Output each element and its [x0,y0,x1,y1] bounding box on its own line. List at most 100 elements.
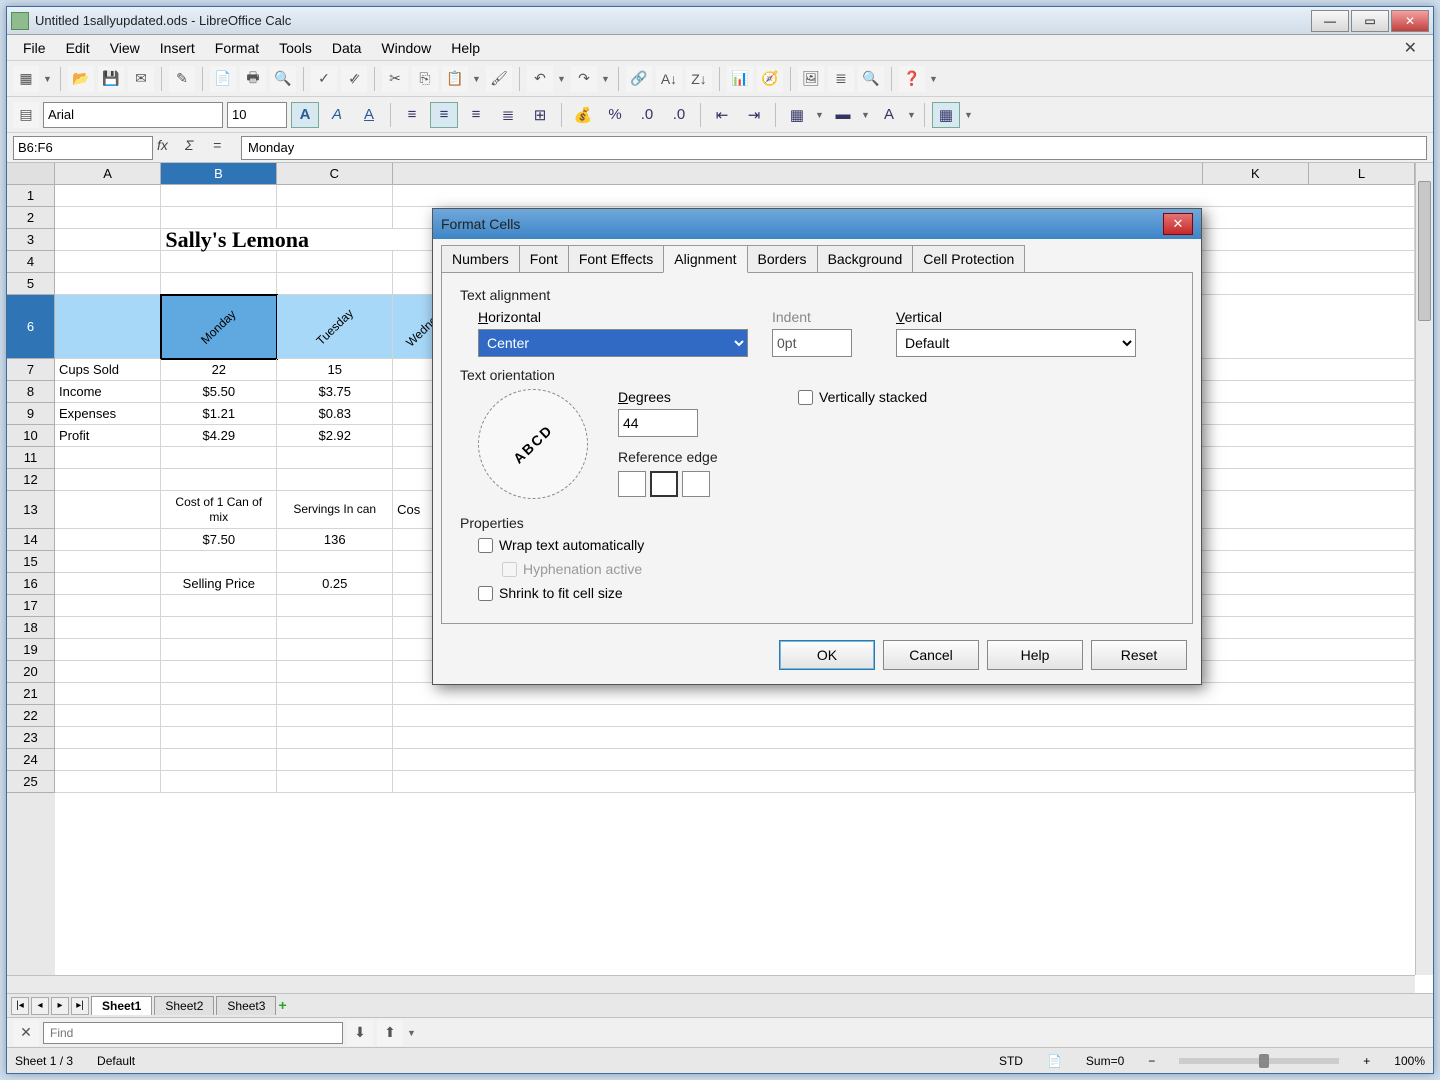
name-box[interactable] [13,136,153,160]
minimize-button[interactable]: — [1311,10,1349,32]
cell[interactable]: $0.83 [277,403,393,425]
row-header[interactable]: 4 [7,251,55,273]
row-header[interactable]: 3 [7,229,55,251]
row-header[interactable]: 7 [7,359,55,381]
vertical-combo[interactable]: Default [896,329,1136,357]
hyperlink-icon[interactable]: 🔗 [626,66,652,92]
cell[interactable]: $4.29 [161,425,277,447]
undo-icon[interactable]: ↶ [527,66,553,92]
gallery-icon[interactable]: 🖼 [798,66,824,92]
preview-icon[interactable]: 🔍 [270,66,296,92]
row-header[interactable]: 11 [7,447,55,469]
cell[interactable]: 0.25 [277,573,393,595]
font-name-input[interactable] [43,102,223,128]
cut-icon[interactable]: ✂ [382,66,408,92]
degrees-spinner[interactable] [618,409,698,437]
col-header-l[interactable]: L [1309,163,1415,185]
grid-button[interactable]: ▦ [932,102,960,128]
help-button[interactable]: Help [987,640,1083,670]
navigator-icon[interactable]: 🧭 [757,66,783,92]
zoom-level[interactable]: 100% [1394,1054,1425,1068]
menu-format[interactable]: Format [207,38,267,58]
find-overflow-icon[interactable]: ▼ [407,1028,417,1038]
find-next-icon[interactable]: ⬇ [347,1020,373,1046]
sum-icon[interactable]: Σ [185,137,209,159]
row-header[interactable]: 12 [7,469,55,491]
spellcheck-icon[interactable]: ✓ [311,66,337,92]
ref-edge-upper[interactable] [650,471,678,497]
increase-indent-button[interactable]: ⇥ [740,102,768,128]
paste-icon[interactable]: 📋 [442,66,468,92]
menu-insert[interactable]: Insert [152,38,203,58]
menu-edit[interactable]: Edit [58,38,98,58]
equals-icon[interactable]: = [213,137,237,159]
save-icon[interactable]: 💾 [98,66,124,92]
wrap-text-checkbox[interactable] [478,538,493,553]
cell[interactable]: Cost of 1 Can of mix [161,491,277,529]
zoom-icon[interactable]: 🔍 [858,66,884,92]
cell[interactable]: $3.75 [277,381,393,403]
ref-edge-inside[interactable] [682,471,710,497]
close-button[interactable]: ✕ [1391,10,1429,32]
sheet-tab[interactable]: Sheet2 [154,996,214,1015]
tab-background[interactable]: Background [817,245,914,273]
zoom-slider[interactable] [1179,1058,1339,1064]
fontcolor-button[interactable]: A [875,102,903,128]
cell[interactable]: $1.21 [161,403,277,425]
autospell-icon[interactable]: ✓̷ [341,66,367,92]
menu-view[interactable]: View [102,38,148,58]
row-header[interactable]: 5 [7,273,55,295]
cell[interactable]: 136 [277,529,393,551]
datasources-icon[interactable]: ≣ [828,66,854,92]
menu-tools[interactable]: Tools [271,38,320,58]
col-header-gap[interactable] [393,163,1203,185]
decrease-indent-button[interactable]: ⇤ [708,102,736,128]
close-document-icon[interactable]: ✕ [1396,36,1425,60]
tab-alignment[interactable]: Alignment [663,245,747,273]
tab-last-icon[interactable]: ▸| [71,997,89,1015]
copy-icon[interactable]: ⎘ [412,66,438,92]
horizontal-scrollbar[interactable] [7,975,1415,993]
vertically-stacked-checkbox[interactable] [798,390,813,405]
align-justify-button[interactable]: ≣ [494,102,522,128]
currency-button[interactable]: 💰 [569,102,597,128]
tab-borders[interactable]: Borders [747,245,818,273]
fmt-overflow-icon[interactable]: ▼ [964,110,974,120]
select-all-corner[interactable] [7,163,55,185]
menu-data[interactable]: Data [324,38,370,58]
menu-help[interactable]: Help [443,38,488,58]
row-header[interactable]: 24 [7,749,55,771]
close-findbar-icon[interactable]: ✕ [13,1020,39,1046]
horizontal-combo[interactable]: Center [478,329,748,357]
status-mode[interactable]: STD [999,1054,1023,1068]
italic-button[interactable]: A [323,102,351,128]
toolbar-overflow-icon[interactable]: ▼ [929,74,939,84]
edit-icon[interactable]: ✎ [169,66,195,92]
cell[interactable]: Selling Price [161,573,277,595]
cell[interactable]: 22 [161,359,277,381]
row-header[interactable]: 2 [7,207,55,229]
ref-edge-lower[interactable] [618,471,646,497]
cell[interactable]: $5.50 [161,381,277,403]
merge-cells-button[interactable]: ⊞ [526,102,554,128]
tab-prev-icon[interactable]: ◂ [31,997,49,1015]
print-icon[interactable]: 🖶 [240,66,266,92]
align-right-button[interactable]: ≡ [462,102,490,128]
dialog-close-icon[interactable]: ✕ [1163,213,1193,235]
shrink-checkbox[interactable] [478,586,493,601]
status-sum[interactable]: Sum=0 [1086,1054,1124,1068]
row-header[interactable]: 13 [7,491,55,529]
ok-button[interactable]: OK [779,640,875,670]
row-header[interactable]: 22 [7,705,55,727]
col-header-c[interactable]: C [277,163,393,185]
rotation-dial[interactable]: ABCD [478,389,588,499]
row-header[interactable]: 16 [7,573,55,595]
col-header-b[interactable]: B [161,163,277,185]
font-size-input[interactable] [227,102,287,128]
find-prev-icon[interactable]: ⬆ [377,1020,403,1046]
borders-button[interactable]: ▦ [783,102,811,128]
menu-window[interactable]: Window [373,38,439,58]
menu-file[interactable]: File [15,38,54,58]
row-header[interactable]: 20 [7,661,55,683]
zoom-in-icon[interactable]: + [1363,1054,1370,1068]
